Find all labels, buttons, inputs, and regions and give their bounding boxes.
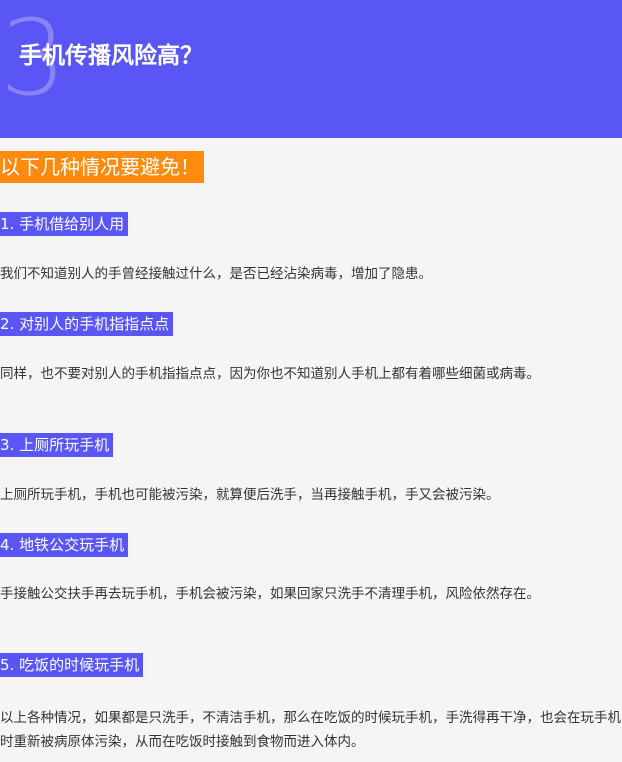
item-heading-2: 2. 对别人的手机指指点点 (0, 312, 174, 336)
page-title: 手机传播风险高？ (19, 43, 203, 69)
item-heading-4: 4. 地铁公交玩手机 (0, 533, 129, 557)
item-heading-5: 5. 吃饭的时候玩手机 (0, 653, 144, 677)
item-body-3: 上厕所玩手机，手机也可能被污染，就算便后洗手，当再接触手机，手又会被污染。 (0, 487, 500, 503)
item-body-1: 我们不知道别人的手曾经接触过什么，是否已经沾染病毒，增加了隐患。 (0, 266, 432, 282)
item-heading-3: 3. 上厕所玩手机 (0, 433, 114, 457)
section-heading: 以下几种情况要避免！ (0, 151, 204, 183)
item-body-5: 以上各种情况，如果都是只洗手，不清洁手机，那么在吃饭的时候玩手机，手洗得再干净，… (0, 710, 621, 750)
item-body-2: 同样，也不要对别人的手机指指点点，因为你也不知道别人手机上都有着哪些细菌或病毒。 (0, 366, 540, 382)
item-body-4: 手接触公交扶手再去玩手机，手机会被污染，如果回家只洗手不清理手机，风险依然存在。 (0, 586, 540, 602)
item-heading-1: 1. 手机借给别人用 (0, 212, 129, 236)
header-banner: 3 手机传播风险高？ (0, 0, 622, 138)
